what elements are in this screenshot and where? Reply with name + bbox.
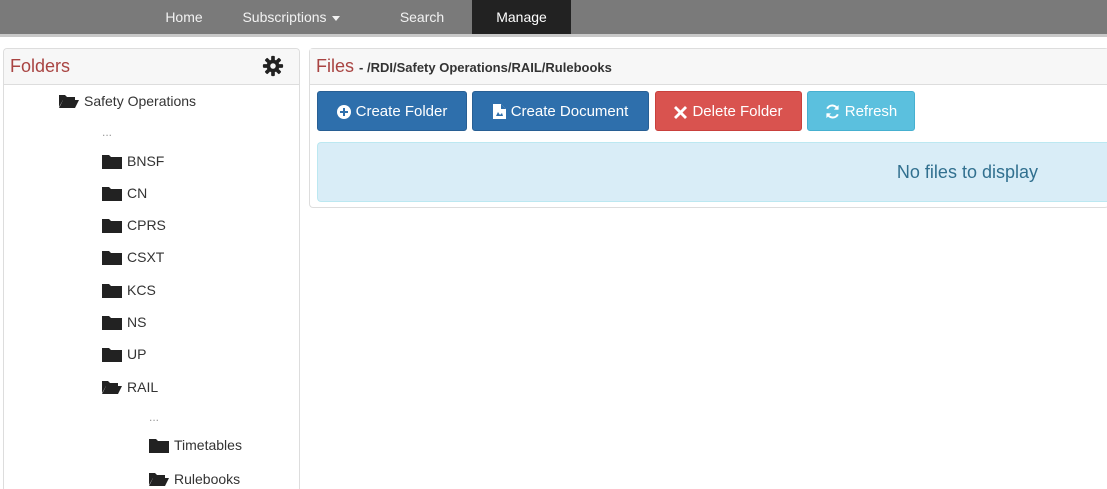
tree-item-label: RAIL	[127, 379, 159, 395]
create-folder-label: Create Folder	[355, 103, 448, 120]
tree-ellipsis: ...	[149, 410, 160, 424]
tree-item-label: CPRS	[127, 217, 166, 233]
tree-item-rail[interactable]: RAIL	[102, 375, 158, 399]
folder-icon	[149, 439, 169, 453]
tree-item-label: CSXT	[127, 249, 165, 265]
folders-title: Folders	[10, 56, 71, 76]
tree-item-timetables[interactable]: Timetables	[149, 433, 242, 457]
refresh-button[interactable]: Refresh	[807, 91, 915, 131]
tree-item-ns[interactable]: NS	[102, 310, 146, 334]
empty-files-message: No files to display	[896, 162, 1038, 182]
tree-item-label: KCS	[127, 282, 156, 298]
tree-item-cprs[interactable]: CPRS	[102, 213, 166, 237]
files-panel: Files - /RDI/Safety Operations/RAIL/Rule…	[309, 48, 1107, 208]
nav-subscriptions-label: Subscriptions	[242, 9, 327, 25]
create-document-button[interactable]: Create Document	[472, 91, 649, 131]
close-icon	[674, 106, 688, 119]
folder-open-icon	[102, 381, 122, 394]
tree-item-label: Timetables	[174, 437, 242, 453]
files-title: Files - /RDI/Safety Operations/RAIL/Rule…	[316, 56, 612, 77]
top-navbar: Home Subscriptions Search Manage	[0, 0, 1107, 37]
folder-icon	[102, 155, 122, 169]
tree-item-label: Rulebooks	[174, 471, 241, 487]
plus-circle-icon	[336, 105, 351, 119]
files-heading: Files - /RDI/Safety Operations/RAIL/Rule…	[310, 49, 1107, 85]
gear-icon[interactable]	[262, 55, 284, 77]
folders-panel: Folders Safety Operations ... BNSF CN CP…	[3, 48, 300, 489]
tree-item-bnsf[interactable]: BNSF	[102, 149, 164, 173]
tree-item-label: BNSF	[127, 153, 165, 169]
tree-ellipsis: ...	[102, 125, 113, 139]
tree-item-up[interactable]: UP	[102, 342, 146, 366]
tree-item-label: CN	[127, 185, 148, 201]
tree-item-kcs[interactable]: KCS	[102, 278, 156, 302]
tree-item-label: Safety Operations	[84, 93, 197, 109]
folder-icon	[102, 219, 122, 233]
nav-subscriptions[interactable]: Subscriptions	[222, 0, 360, 34]
delete-folder-button[interactable]: Delete Folder	[655, 91, 802, 131]
navbar-divider	[0, 34, 1107, 37]
nav-search[interactable]: Search	[388, 0, 456, 34]
tree-item-label: NS	[127, 314, 147, 330]
refresh-icon	[825, 104, 839, 119]
empty-files-alert: No files to display	[317, 142, 1107, 202]
tree-item-rulebooks[interactable]: Rulebooks	[149, 467, 240, 489]
refresh-label: Refresh	[844, 103, 898, 120]
files-path: - /RDI/Safety Operations/RAIL/Rulebooks	[359, 60, 612, 75]
delete-folder-label: Delete Folder	[692, 103, 783, 120]
folder-icon	[102, 316, 122, 330]
folders-heading: Folders	[4, 49, 299, 85]
folder-icon	[102, 187, 122, 201]
tree-item-label: UP	[127, 346, 147, 362]
tree-item-safety-operations[interactable]: Safety Operations	[59, 89, 196, 113]
document-icon	[492, 104, 506, 119]
tree-item-csxt[interactable]: CSXT	[102, 245, 164, 269]
folder-icon	[102, 251, 122, 265]
create-document-label: Create Document	[510, 103, 629, 120]
folder-icon	[102, 348, 122, 362]
files-title-label: Files	[316, 56, 355, 76]
nav-home[interactable]: Home	[156, 0, 212, 34]
create-folder-button[interactable]: Create Folder	[317, 91, 467, 131]
nav-manage[interactable]: Manage	[472, 0, 571, 34]
folder-open-icon	[149, 473, 169, 486]
tree-item-cn[interactable]: CN	[102, 181, 147, 205]
folder-icon	[102, 284, 122, 298]
caret-down-icon	[331, 15, 340, 21]
folder-open-icon	[59, 95, 79, 108]
